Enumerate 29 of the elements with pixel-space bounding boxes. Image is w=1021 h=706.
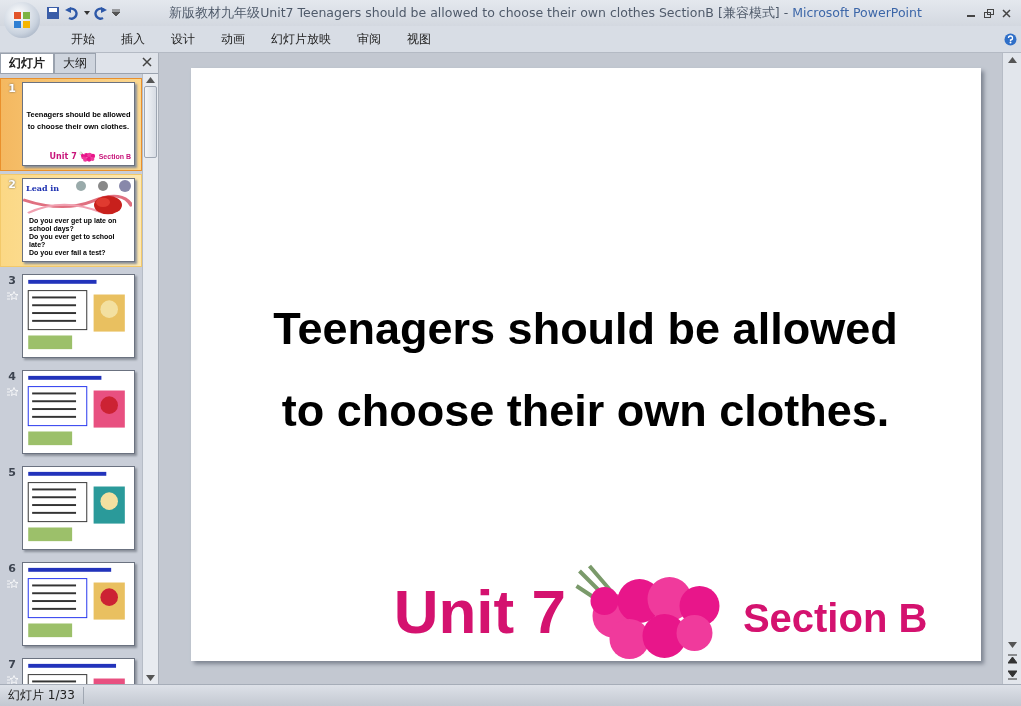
- slide-number: 2: [8, 178, 16, 191]
- panel-tab[interactable]: 幻灯片: [0, 53, 54, 73]
- slide-title-line: Teenagers should be allowed: [273, 303, 898, 355]
- ribbon-tab[interactable]: 动画: [208, 30, 258, 48]
- panel-tab[interactable]: 大纲: [54, 53, 96, 73]
- slide-number: 5: [8, 466, 16, 479]
- slide-number: 4: [8, 370, 16, 383]
- slide-thumbnail-row[interactable]: 6: [0, 558, 142, 651]
- slide-number: 7: [8, 658, 16, 671]
- slide-number: 1: [8, 82, 16, 95]
- ribbon-tab[interactable]: 幻灯片放映: [258, 30, 344, 48]
- slide-thumbnail-row[interactable]: 4: [0, 366, 142, 459]
- slide-number: 3: [8, 274, 16, 287]
- slide-thumbnail-row[interactable]: 5: [0, 462, 142, 555]
- slide-thumbnail-row[interactable]: 7: [0, 654, 142, 684]
- window-title: 新版教材九年级Unit7 Teenagers should be allowed to choose their own clothes SectionB [兼容模式] - Microsoft PowerPoint: [168, 4, 923, 22]
- slide-counter: 幻灯片 1/33: [0, 687, 84, 704]
- slide-number: 6: [8, 562, 16, 575]
- ribbon-tab[interactable]: 视图: [394, 30, 444, 48]
- thumbnail-heading: Lead in: [25, 181, 60, 193]
- thumbnail-unit: Unit 7: [49, 152, 77, 161]
- ribbon-tab[interactable]: 设计: [158, 30, 208, 48]
- ribbon-tab[interactable]: 插入: [108, 30, 158, 48]
- ribbon-tab[interactable]: 开始: [58, 30, 108, 48]
- section-title: Section B: [742, 596, 928, 641]
- unit-title: Unit 7: [393, 576, 566, 647]
- slide-thumbnail-row[interactable]: 3: [0, 270, 142, 363]
- ribbon-tab[interactable]: 审阅: [344, 30, 394, 48]
- slide-title-line: to choose their own clothes.: [281, 385, 890, 437]
